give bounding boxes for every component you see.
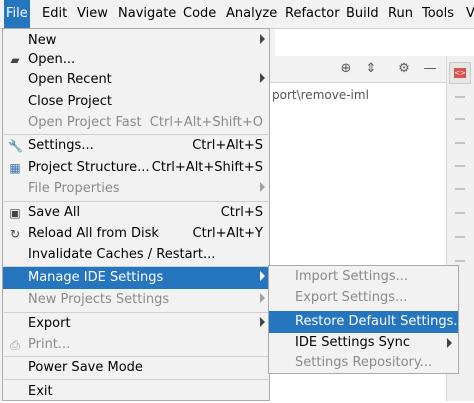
submenu-arrow-icon xyxy=(260,73,265,83)
menu-tools[interactable]: Tools xyxy=(420,0,456,28)
menu-code[interactable]: Code xyxy=(181,0,218,28)
gutter-mark xyxy=(455,260,465,262)
menu-bar: File Edit View Navigate Code Analyze Ref… xyxy=(0,0,474,29)
menu-item-file-properties[interactable]: File Properties xyxy=(3,178,269,200)
submenu-item-import-settings[interactable]: Import Settings... xyxy=(269,266,458,288)
submenu-item-settings-repository[interactable]: Settings Repository... xyxy=(269,352,458,374)
menu-item-close-project[interactable]: Close Project xyxy=(3,91,269,113)
submenu-arrow-icon xyxy=(260,271,265,281)
submenu-item-ide-settings-sync[interactable]: IDE Settings Sync xyxy=(269,332,458,354)
locate-icon[interactable]: ⊕ xyxy=(338,61,354,77)
file-menu: New ▰ Open... Open Recent Close Project … xyxy=(2,28,270,401)
editor-path-text: port\remove-iml xyxy=(272,88,369,102)
menu-item-invalidate-caches[interactable]: Invalidate Caches / Restart... xyxy=(3,244,269,266)
gutter-mark xyxy=(455,96,465,98)
menu-separator xyxy=(4,379,268,380)
collapse-icon[interactable]: ⇕ xyxy=(363,61,379,77)
menu-item-open[interactable]: ▰ Open... xyxy=(3,49,269,71)
menu-run[interactable]: Run xyxy=(386,0,415,28)
menu-item-manage-ide-settings[interactable]: Manage IDE Settings xyxy=(3,267,269,289)
submenu-arrow-icon xyxy=(447,338,452,348)
gutter-mark xyxy=(455,212,465,214)
xml-file-tab[interactable]: <> xyxy=(449,62,471,84)
menu-navigate[interactable]: Navigate xyxy=(116,0,178,28)
menu-more[interactable]: V xyxy=(464,0,474,28)
gutter-mark xyxy=(455,165,465,167)
menu-refactor[interactable]: Refactor xyxy=(283,0,342,28)
menu-item-print[interactable]: ⎙ Print... xyxy=(3,334,269,356)
xml-file-icon: <> xyxy=(454,68,466,78)
menu-item-reload-all[interactable]: ↻ Reload All from Disk Ctrl+Alt+Y xyxy=(3,223,269,245)
submenu-arrow-icon xyxy=(260,293,265,303)
gutter-mark xyxy=(455,236,465,238)
menu-item-settings[interactable]: 🔧 Settings... Ctrl+Alt+S xyxy=(3,135,269,157)
menu-item-save-all[interactable]: ▣ Save All Ctrl+S xyxy=(3,202,269,224)
manage-ide-settings-submenu: Import Settings... Export Settings... Re… xyxy=(268,265,466,374)
menu-item-new-projects-settings[interactable]: New Projects Settings xyxy=(3,289,269,311)
menu-item-project-structure[interactable]: ▦ Project Structure... Ctrl+Alt+Shift+S xyxy=(3,157,269,179)
minimize-icon[interactable]: — xyxy=(422,61,438,77)
wrench-icon: 🔧 xyxy=(8,139,23,153)
gutter-mark xyxy=(455,118,465,120)
menu-edit[interactable]: Edit xyxy=(40,0,69,28)
printer-icon: ⎙ xyxy=(10,338,20,352)
submenu-arrow-icon xyxy=(260,34,265,44)
submenu-arrow-icon xyxy=(260,182,265,192)
project-structure-icon: ▦ xyxy=(9,161,21,175)
menu-view[interactable]: View xyxy=(75,0,110,28)
menu-item-exit[interactable]: Exit xyxy=(3,381,269,403)
menu-analyze[interactable]: Analyze xyxy=(224,0,279,28)
submenu-item-export-settings[interactable]: Export Settings... xyxy=(269,287,458,309)
menu-item-power-save-mode[interactable]: Power Save Mode xyxy=(3,357,269,379)
menu-item-export[interactable]: Export xyxy=(3,313,269,335)
menu-file[interactable]: File xyxy=(4,0,30,28)
refresh-icon: ↻ xyxy=(9,227,21,241)
folder-icon: ▰ xyxy=(10,53,20,67)
save-icon: ▣ xyxy=(9,206,21,220)
gutter-mark xyxy=(455,142,465,144)
ide-panel-toolbar: ⊕ ⇕ ⚙ — xyxy=(270,56,446,83)
submenu-arrow-icon xyxy=(260,317,265,327)
gutter-mark xyxy=(455,188,465,190)
menu-item-open-recent[interactable]: Open Recent xyxy=(3,69,269,91)
submenu-item-restore-default-settings[interactable]: Restore Default Settings... xyxy=(269,311,466,333)
menu-item-open-project-fast[interactable]: Open Project Fast Ctrl+Alt+Shift+O xyxy=(3,112,269,134)
menu-build[interactable]: Build xyxy=(344,0,381,28)
gear-icon[interactable]: ⚙ xyxy=(396,61,412,77)
